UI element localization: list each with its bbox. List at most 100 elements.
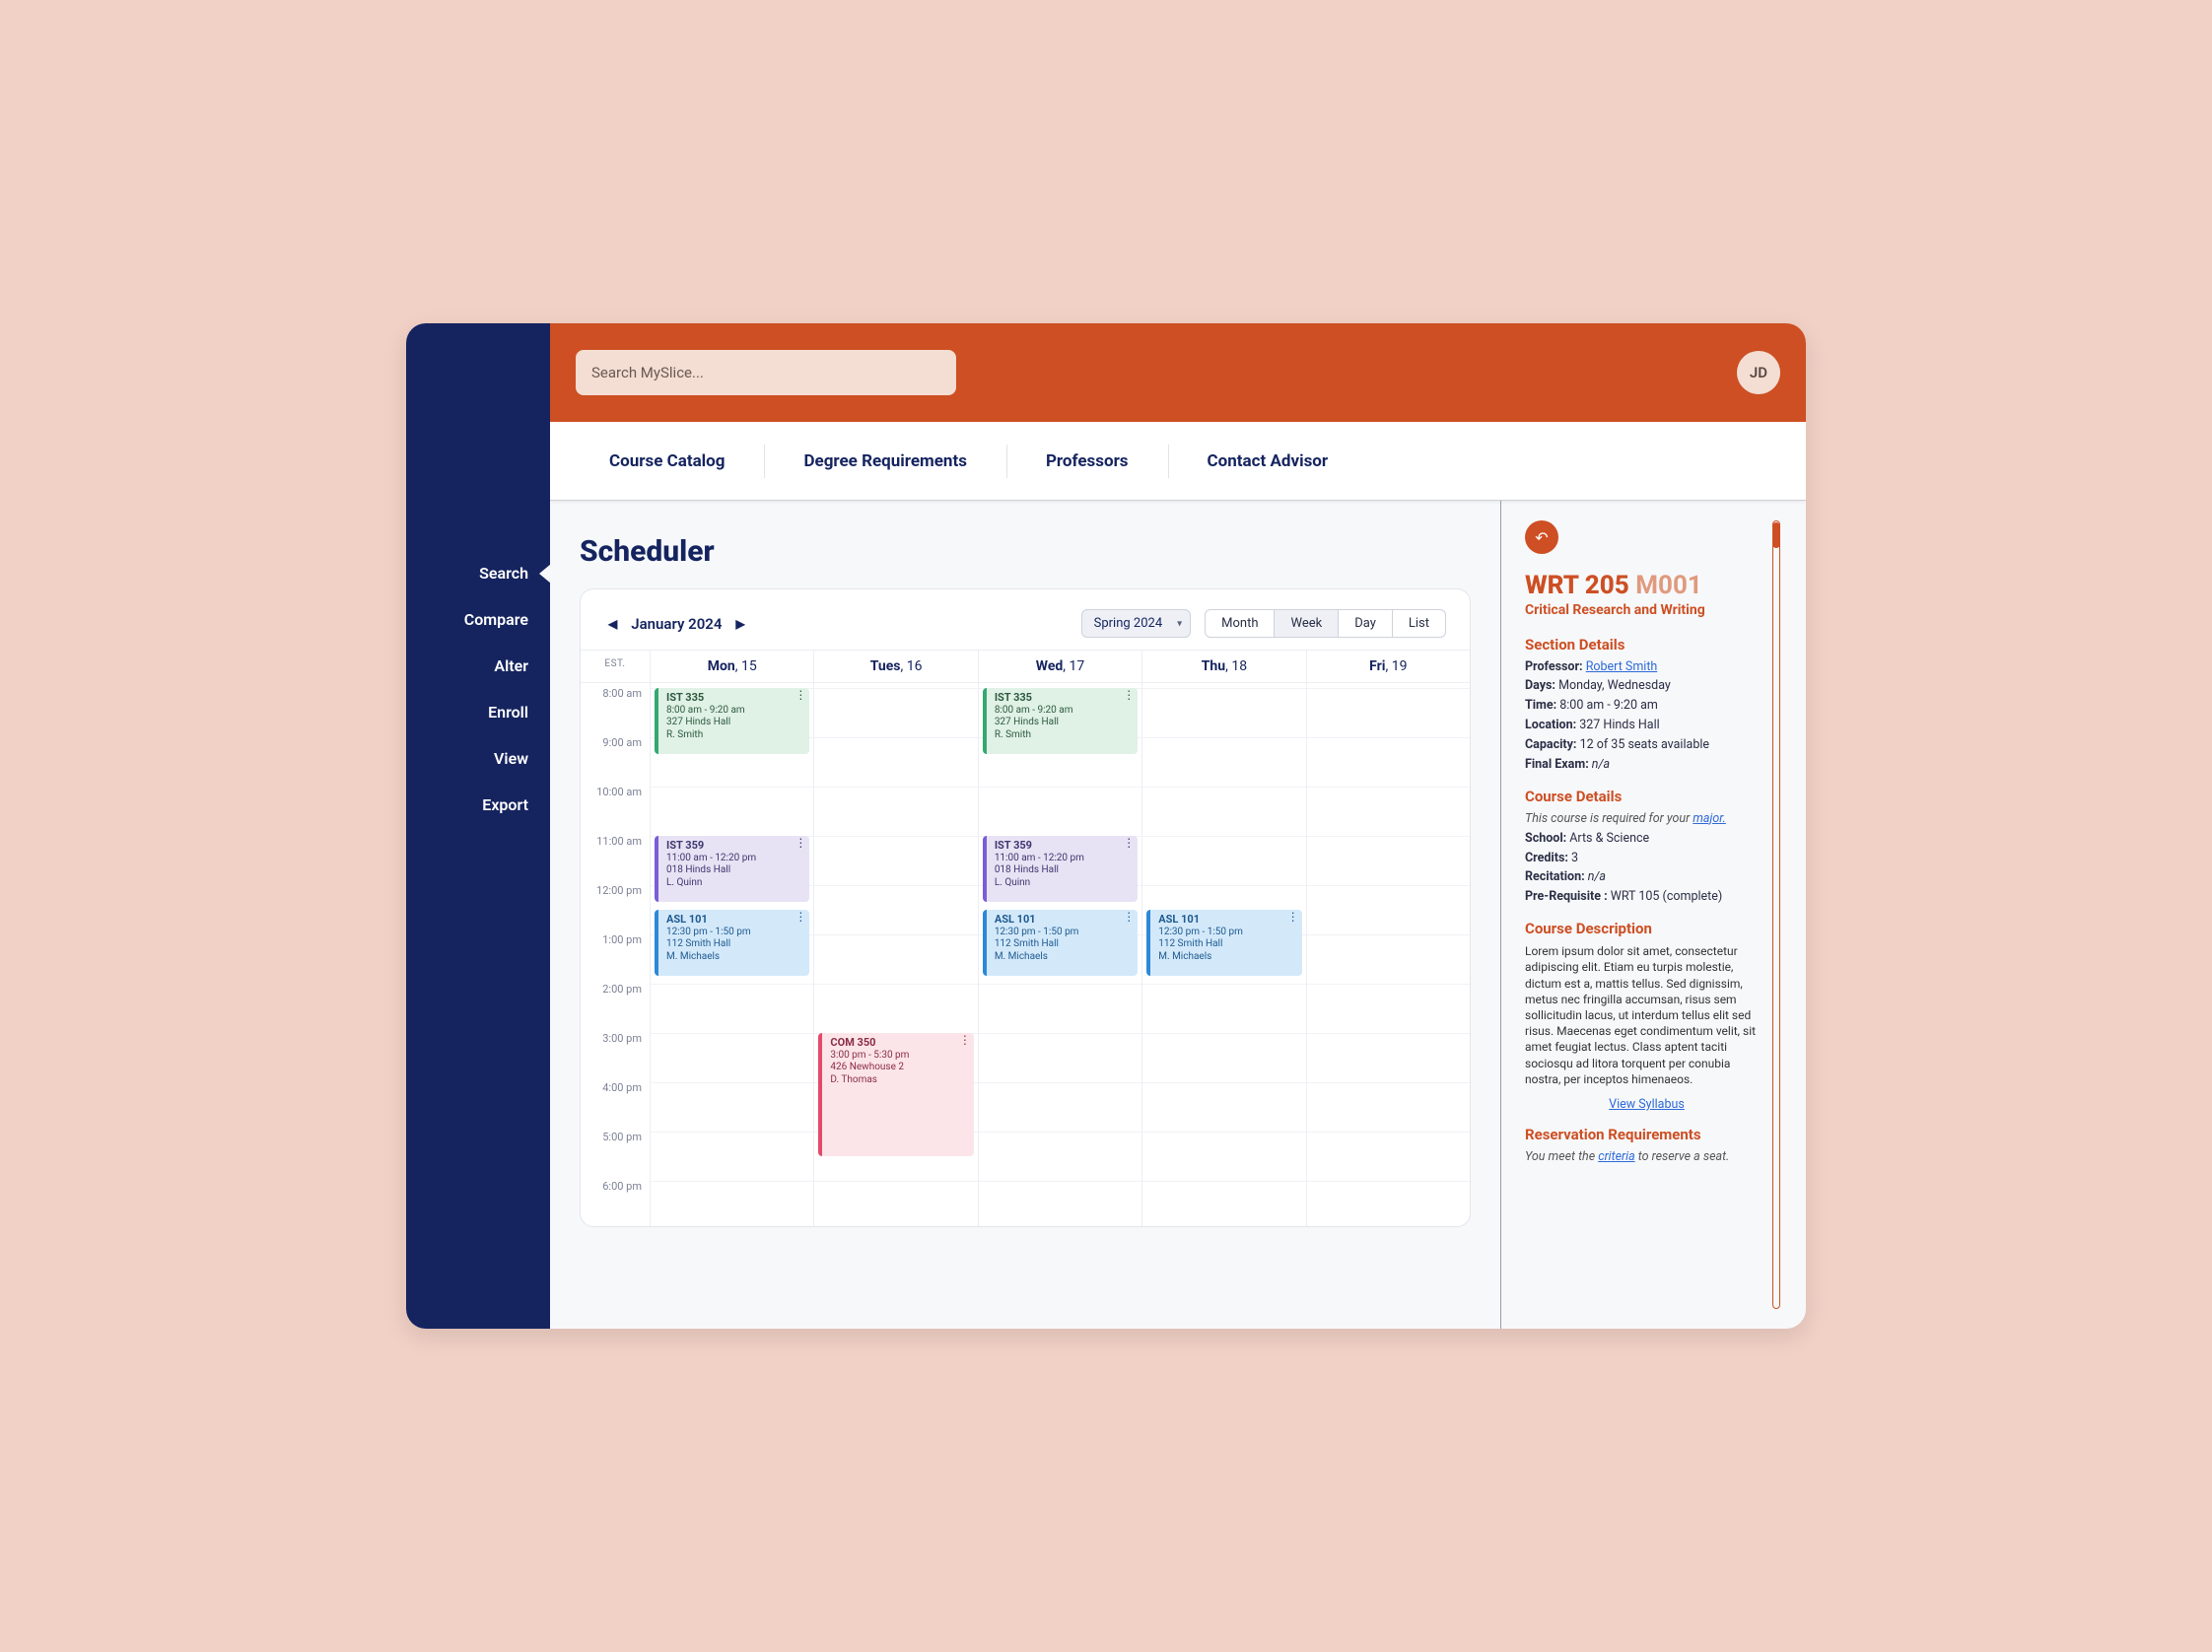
sidebar: Search Compare Alter Enroll View Export	[406, 323, 550, 1329]
required-note: This course is required for your major.	[1525, 811, 1768, 828]
day-head-wed: Wed, 17	[978, 651, 1141, 682]
sidebar-item-export[interactable]: Export	[406, 782, 550, 828]
major-link[interactable]: major.	[1693, 811, 1726, 826]
professor-row: Professor: Robert Smith	[1525, 659, 1768, 676]
month-nav: ◀ January 2024 ▶	[604, 615, 749, 633]
detail-scrollbar[interactable]	[1768, 520, 1784, 1309]
content: Scheduler ◀ January 2024 ▶ Spring 2024 ▾	[550, 501, 1500, 1329]
event-menu-icon[interactable]: ⋮	[1123, 840, 1134, 846]
course-details-heading: Course Details	[1525, 788, 1768, 805]
sidebar-item-search[interactable]: Search	[406, 550, 550, 596]
day-col-wed: IST 335 8:00 am - 9:20 am 327 Hinds Hall…	[978, 683, 1141, 1226]
time-11am: 11:00 am	[581, 836, 650, 885]
event-menu-icon[interactable]: ⋮	[959, 1037, 970, 1043]
day-head-thu: Thu, 18	[1141, 651, 1305, 682]
undo-icon: ↶	[1535, 528, 1548, 547]
time-12pm: 12:00 pm	[581, 885, 650, 934]
school-row: School: Arts & Science	[1525, 831, 1768, 848]
view-list-button[interactable]: List	[1392, 610, 1445, 637]
time-1pm: 1:00 pm	[581, 934, 650, 984]
day-col-fri	[1306, 683, 1470, 1226]
calendar-header: ◀ January 2024 ▶ Spring 2024 ▾ Month	[581, 589, 1470, 650]
calendar-card: ◀ January 2024 ▶ Spring 2024 ▾ Month	[580, 588, 1471, 1227]
body: Scheduler ◀ January 2024 ▶ Spring 2024 ▾	[550, 501, 1806, 1329]
location-row: Location: 327 Hinds Hall	[1525, 718, 1768, 734]
professor-link[interactable]: Robert Smith	[1586, 659, 1658, 674]
event-menu-icon[interactable]: ⋮	[1287, 914, 1298, 920]
event-menu-icon[interactable]: ⋮	[795, 914, 805, 920]
reservation-heading: Reservation Requirements	[1525, 1126, 1768, 1143]
calendar-grid: 8:00 am 9:00 am 10:00 am 11:00 am 12:00 …	[581, 683, 1470, 1226]
reservation-note: You meet the criteria to reserve a seat.	[1525, 1149, 1768, 1166]
back-button[interactable]: ↶	[1525, 520, 1558, 554]
term-select-value: Spring 2024	[1094, 616, 1163, 631]
tab-professors[interactable]: Professors	[1006, 451, 1168, 471]
event-menu-icon[interactable]: ⋮	[795, 692, 805, 698]
tab-course-catalog[interactable]: Course Catalog	[570, 451, 764, 471]
chevron-down-icon: ▾	[1177, 618, 1182, 629]
prereq-row: Pre-Requisite : WRT 105 (complete)	[1525, 889, 1768, 906]
criteria-link[interactable]: criteria	[1598, 1149, 1634, 1164]
main-area: JD Course Catalog Degree Requirements Pr…	[550, 323, 1806, 1329]
course-name: Critical Research and Writing	[1525, 602, 1768, 618]
view-week-button[interactable]: Week	[1274, 610, 1338, 637]
day-col-mon: IST 335 8:00 am - 9:20 am 327 Hinds Hall…	[650, 683, 813, 1226]
event-asl101-thu[interactable]: ASL 101 12:30 pm - 1:50 pm 112 Smith Hal…	[1146, 910, 1301, 976]
view-toggle: Month Week Day List	[1205, 609, 1446, 638]
time-row: Time: 8:00 am - 9:20 am	[1525, 698, 1768, 715]
event-asl101-mon[interactable]: ASL 101 12:30 pm - 1:50 pm 112 Smith Hal…	[655, 910, 809, 976]
day-head-fri: Fri, 19	[1306, 651, 1470, 682]
tab-contact-advisor[interactable]: Contact Advisor	[1168, 451, 1368, 471]
term-select[interactable]: Spring 2024 ▾	[1081, 609, 1192, 638]
sidebar-item-compare[interactable]: Compare	[406, 596, 550, 643]
page-title: Scheduler	[580, 534, 1471, 569]
day-header-row: EST. Mon, 15 Tues, 16 Wed, 17 Thu, 18 Fr…	[581, 650, 1470, 683]
day-head-mon: Mon, 15	[650, 651, 813, 682]
tab-degree-requirements[interactable]: Degree Requirements	[764, 451, 1005, 471]
view-syllabus-link[interactable]: View Syllabus	[1525, 1097, 1768, 1112]
month-label: January 2024	[631, 615, 722, 633]
time-6pm: 6:00 pm	[581, 1181, 650, 1226]
next-month-button[interactable]: ▶	[731, 615, 748, 633]
prev-month-button[interactable]: ◀	[604, 615, 621, 633]
event-com350-tue[interactable]: COM 350 3:00 pm - 5:30 pm 426 Newhouse 2…	[818, 1033, 973, 1156]
app-window: Search Compare Alter Enroll View Export …	[406, 323, 1806, 1329]
sidebar-item-view[interactable]: View	[406, 735, 550, 782]
event-ist335-mon[interactable]: IST 335 8:00 am - 9:20 am 327 Hinds Hall…	[655, 688, 809, 754]
time-9am: 9:00 am	[581, 737, 650, 787]
day-col-tue: COM 350 3:00 pm - 5:30 pm 426 Newhouse 2…	[813, 683, 977, 1226]
avatar[interactable]: JD	[1737, 351, 1780, 394]
event-ist359-wed[interactable]: IST 359 11:00 am - 12:20 pm 018 Hinds Ha…	[983, 836, 1138, 902]
view-month-button[interactable]: Month	[1206, 610, 1274, 637]
day-head-tue: Tues, 16	[813, 651, 977, 682]
event-ist335-wed[interactable]: IST 335 8:00 am - 9:20 am 327 Hinds Hall…	[983, 688, 1138, 754]
time-8am: 8:00 am	[581, 688, 650, 737]
credits-row: Credits: 3	[1525, 851, 1768, 867]
section-details-heading: Section Details	[1525, 636, 1768, 654]
day-col-thu: ASL 101 12:30 pm - 1:50 pm 112 Smith Hal…	[1141, 683, 1305, 1226]
timezone-label: EST.	[581, 651, 650, 682]
detail-panel: ↶ WRT 205 M001 Critical Research and Wri…	[1500, 501, 1806, 1329]
scroll-thumb[interactable]	[1772, 522, 1780, 548]
search-input[interactable]	[576, 350, 956, 395]
event-menu-icon[interactable]: ⋮	[1123, 914, 1134, 920]
sidebar-item-alter[interactable]: Alter	[406, 643, 550, 689]
sidebar-item-enroll[interactable]: Enroll	[406, 689, 550, 735]
time-5pm: 5:00 pm	[581, 1132, 650, 1181]
event-menu-icon[interactable]: ⋮	[795, 840, 805, 846]
time-10am: 10:00 am	[581, 787, 650, 836]
event-ist359-mon[interactable]: IST 359 11:00 am - 12:20 pm 018 Hinds Ha…	[655, 836, 809, 902]
time-3pm: 3:00 pm	[581, 1033, 650, 1082]
capacity-row: Capacity: 12 of 35 seats available	[1525, 737, 1768, 754]
time-4pm: 4:00 pm	[581, 1082, 650, 1132]
final-exam-row: Final Exam: n/a	[1525, 757, 1768, 774]
header: JD	[550, 323, 1806, 422]
view-day-button[interactable]: Day	[1338, 610, 1392, 637]
header-controls: Spring 2024 ▾ Month Week Day List	[1081, 609, 1446, 638]
description-text: Lorem ipsum dolor sit amet, consectetur …	[1525, 943, 1768, 1087]
tabbar: Course Catalog Degree Requirements Profe…	[550, 422, 1806, 501]
event-asl101-wed[interactable]: ASL 101 12:30 pm - 1:50 pm 112 Smith Hal…	[983, 910, 1138, 976]
course-code: WRT 205 M001	[1525, 572, 1768, 600]
time-gutter: 8:00 am 9:00 am 10:00 am 11:00 am 12:00 …	[581, 683, 650, 1226]
event-menu-icon[interactable]: ⋮	[1123, 692, 1134, 698]
